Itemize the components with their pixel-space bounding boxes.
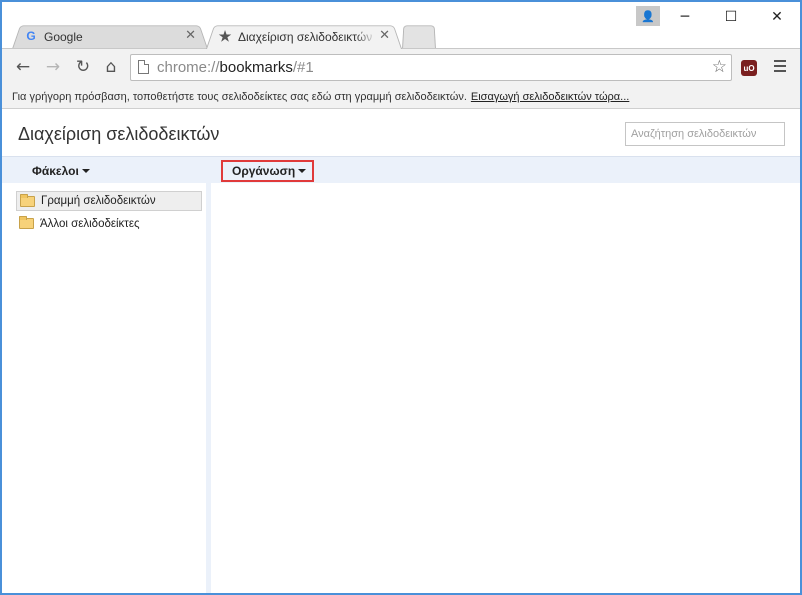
tab-bookmarks[interactable]: ★ Διαχείριση σελιδοδεικτών ✕ (206, 23, 402, 49)
profile-icon[interactable]: 👤 (636, 6, 660, 26)
folder-tree: Γραμμή σελιδοδεικτών Άλλοι σελιδοδείκτες (2, 183, 206, 593)
organize-menu-button[interactable]: Οργάνωση (221, 160, 315, 182)
google-g-icon: G (26, 29, 36, 43)
new-tab-button[interactable] (402, 23, 436, 49)
page-icon (138, 60, 149, 74)
browser-toolbar: ← → ↻ ⌂ chrome://bookmarks/#1 ☆ uO (2, 48, 800, 84)
back-arrow-icon[interactable]: ← (12, 56, 34, 78)
import-bookmarks-link[interactable]: Εισαγωγή σελιδοδεικτών τώρα... (471, 91, 629, 103)
caret-down-icon (298, 169, 307, 173)
window-controls: ─ ☐ ✕ (662, 2, 800, 32)
browser-window: G Google ✕ ★ Διαχείριση σελιδοδεικτών ✕ … (0, 0, 802, 595)
bookmark-bar-hint-text: Για γρήγορη πρόσβαση, τοποθετήστε τους σ… (12, 91, 467, 103)
close-tab-icon[interactable]: ✕ (379, 28, 390, 43)
column-header-bar: Φάκελοι Οργάνωση (2, 157, 800, 183)
chrome-menu-icon[interactable] (774, 59, 786, 73)
folder-other-bookmarks[interactable]: Άλλοι σελιδοδείκτες (16, 214, 202, 234)
bookmark-bar-hint: Για γρήγορη πρόσβαση, τοποθετήστε τους σ… (2, 84, 800, 109)
folder-icon (20, 194, 35, 207)
bookmark-list-pane (211, 183, 800, 593)
tab-google[interactable]: G Google ✕ (12, 23, 208, 49)
folder-icon (19, 216, 34, 229)
star-icon: ★ (218, 27, 232, 44)
maximize-button[interactable]: ☐ (708, 2, 754, 32)
close-window-button[interactable]: ✕ (754, 2, 800, 32)
reload-icon[interactable]: ↻ (72, 56, 94, 78)
ublock-extension-icon[interactable]: uO (741, 60, 757, 76)
bookmark-star-icon[interactable]: ☆ (712, 57, 727, 77)
close-tab-icon[interactable]: ✕ (185, 28, 196, 43)
folder-bookmarks-bar[interactable]: Γραμμή σελιδοδεικτών (16, 191, 202, 211)
tab-title: Google (44, 30, 83, 44)
search-bookmarks-input[interactable] (625, 122, 785, 146)
minimize-button[interactable]: ─ (662, 2, 708, 32)
page-title: Διαχείριση σελιδοδεικτών (18, 124, 220, 144)
folders-menu-button[interactable]: Φάκελοι (32, 164, 90, 178)
caret-down-icon (81, 169, 90, 173)
address-bar[interactable]: chrome://bookmarks/#1 ☆ (130, 54, 732, 81)
title-bar: G Google ✕ ★ Διαχείριση σελιδοδεικτών ✕ … (2, 2, 800, 49)
page-header: Διαχείριση σελιδοδεικτών (2, 109, 800, 157)
url-text: chrome://bookmarks/#1 (157, 59, 314, 76)
tab-title: Διαχείριση σελιδοδεικτών (238, 30, 373, 44)
forward-arrow-icon[interactable]: → (42, 56, 64, 78)
home-icon[interactable]: ⌂ (100, 56, 122, 78)
